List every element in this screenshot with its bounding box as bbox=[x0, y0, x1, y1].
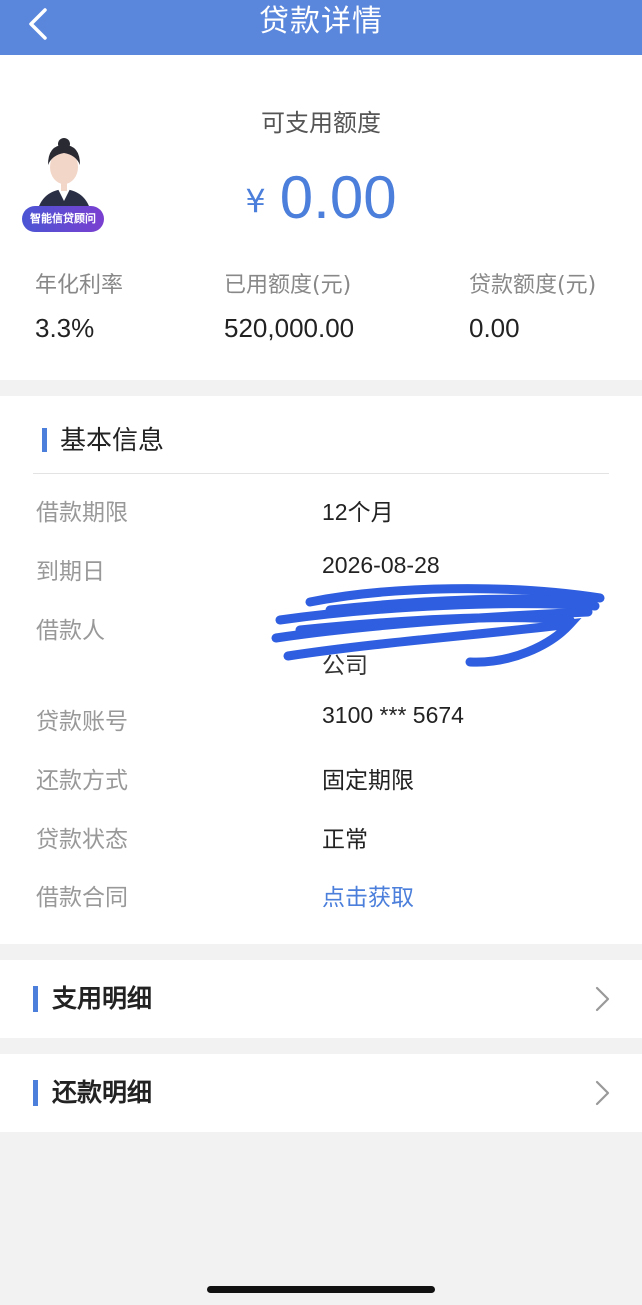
section-title-basic-info: 基本信息 bbox=[42, 420, 164, 457]
row-value-due-date: 2026-08-28 bbox=[322, 552, 440, 578]
drawdown-detail-row[interactable]: 支用明细 bbox=[0, 960, 642, 1038]
section-accent-bar bbox=[33, 1080, 38, 1106]
row-label-account: 贷款账号 bbox=[36, 709, 128, 735]
divider bbox=[33, 473, 609, 474]
row-value-loan-status: 正常 bbox=[322, 826, 368, 852]
stat-interest-rate: 年化利率 3.3% bbox=[35, 267, 123, 344]
chevron-right-icon bbox=[595, 1080, 610, 1106]
top-bar: 贷款详情 bbox=[0, 0, 642, 55]
contract-fetch-link[interactable]: 点击获取 bbox=[322, 878, 414, 912]
row-label-term: 借款期限 bbox=[36, 500, 128, 526]
page-title: 贷款详情 bbox=[259, 4, 383, 39]
stat-label: 已用额度(元) bbox=[224, 273, 352, 298]
credit-summary-card: 智能信贷顾问 可支用额度 ¥0.00 年化利率 3.3% 已用额度(元) 520… bbox=[0, 55, 642, 380]
redaction-scribble bbox=[271, 584, 605, 667]
row-label-loan-status: 贷款状态 bbox=[36, 827, 128, 853]
row-label-repayment-method: 还款方式 bbox=[36, 768, 128, 794]
row-value-term: 12个月 bbox=[322, 499, 394, 525]
chevron-right-icon bbox=[595, 986, 610, 1012]
row-value-repayment-method: 固定期限 bbox=[322, 767, 414, 793]
drawdown-detail-label: 支用明细 bbox=[52, 984, 153, 1013]
stat-value: 0.00 bbox=[469, 313, 520, 343]
stat-value: 3.3% bbox=[35, 313, 95, 343]
section-accent-bar bbox=[33, 986, 38, 1012]
stat-value: 520,000.00 bbox=[224, 313, 355, 343]
available-credit-amount: ¥0.00 bbox=[0, 163, 642, 232]
basic-info-card: 基本信息 借款期限 12个月 到期日 2026-08-28 借款人 公司 贷款账… bbox=[0, 396, 642, 944]
repayment-detail-label: 还款明细 bbox=[52, 1078, 153, 1107]
row-label-due-date: 到期日 bbox=[36, 559, 105, 585]
currency-symbol: ¥ bbox=[245, 182, 266, 220]
row-value-account: 3100 *** 5674 bbox=[322, 702, 464, 728]
available-credit-label: 可支用额度 bbox=[261, 109, 381, 137]
home-indicator[interactable] bbox=[207, 1286, 435, 1293]
stat-loan-amount: 贷款额度(元) 0.00 bbox=[469, 267, 596, 344]
available-amount-value: 0.00 bbox=[279, 164, 397, 231]
stat-label: 贷款额度(元) bbox=[469, 273, 597, 298]
stat-label: 年化利率 bbox=[35, 273, 124, 298]
row-label-contract: 借款合同 bbox=[36, 885, 128, 911]
stat-used-credit: 已用额度(元) 520,000.00 bbox=[224, 267, 354, 344]
row-label-borrower: 借款人 bbox=[36, 618, 105, 644]
repayment-detail-row[interactable]: 还款明细 bbox=[0, 1054, 642, 1132]
